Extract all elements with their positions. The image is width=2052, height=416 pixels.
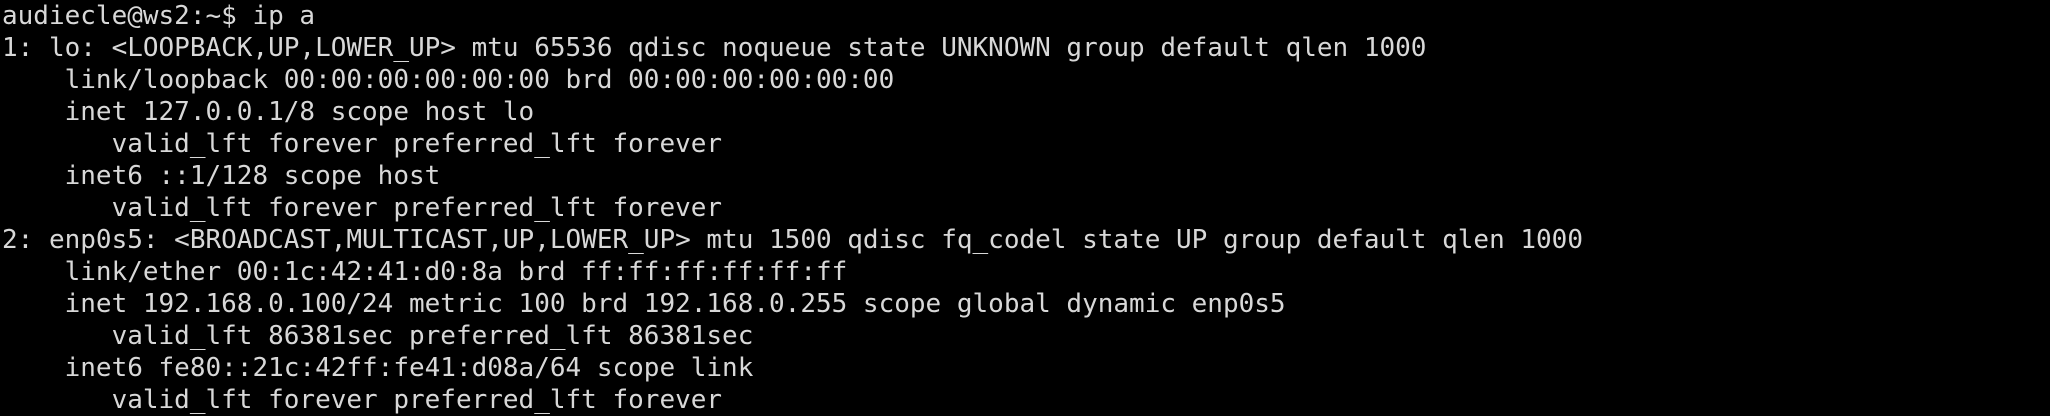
- terminal-line-enp0s5-link: link/ether 00:1c:42:41:d0:8a brd ff:ff:f…: [2, 257, 848, 287]
- terminal-line-enp0s5-inet6-lft: valid_lft forever preferred_lft forever: [2, 385, 723, 415]
- terminal-line-enp0s5-inet6: inet6 fe80::21c:42ff:fe41:d08a/64 scope …: [2, 353, 754, 383]
- terminal-line-lo-inet: inet 127.0.0.1/8 scope host lo: [2, 97, 535, 127]
- terminal-line-enp0s5-inet-lft: valid_lft 86381sec preferred_lft 86381se…: [2, 321, 754, 351]
- terminal-line-enp0s5-inet: inet 192.168.0.100/24 metric 100 brd 192…: [2, 289, 1286, 319]
- terminal-line-lo-inet-lft: valid_lft forever preferred_lft forever: [2, 129, 723, 159]
- terminal-line-lo-link: link/loopback 00:00:00:00:00:00 brd 00:0…: [2, 65, 895, 95]
- terminal-line-prompt: audiecle@ws2:~$ ip a: [2, 1, 316, 31]
- terminal-line-lo-header: 1: lo: <LOOPBACK,UP,LOWER_UP> mtu 65536 …: [2, 33, 1427, 63]
- terminal-line-lo-inet6-lft: valid_lft forever preferred_lft forever: [2, 193, 723, 223]
- terminal-window[interactable]: audiecle@ws2:~$ ip a 1: lo: <LOOPBACK,UP…: [0, 0, 2052, 416]
- terminal-line-lo-inet6: inet6 ::1/128 scope host: [2, 161, 441, 191]
- terminal-line-enp0s5-header: 2: enp0s5: <BROADCAST,MULTICAST,UP,LOWER…: [2, 225, 1583, 255]
